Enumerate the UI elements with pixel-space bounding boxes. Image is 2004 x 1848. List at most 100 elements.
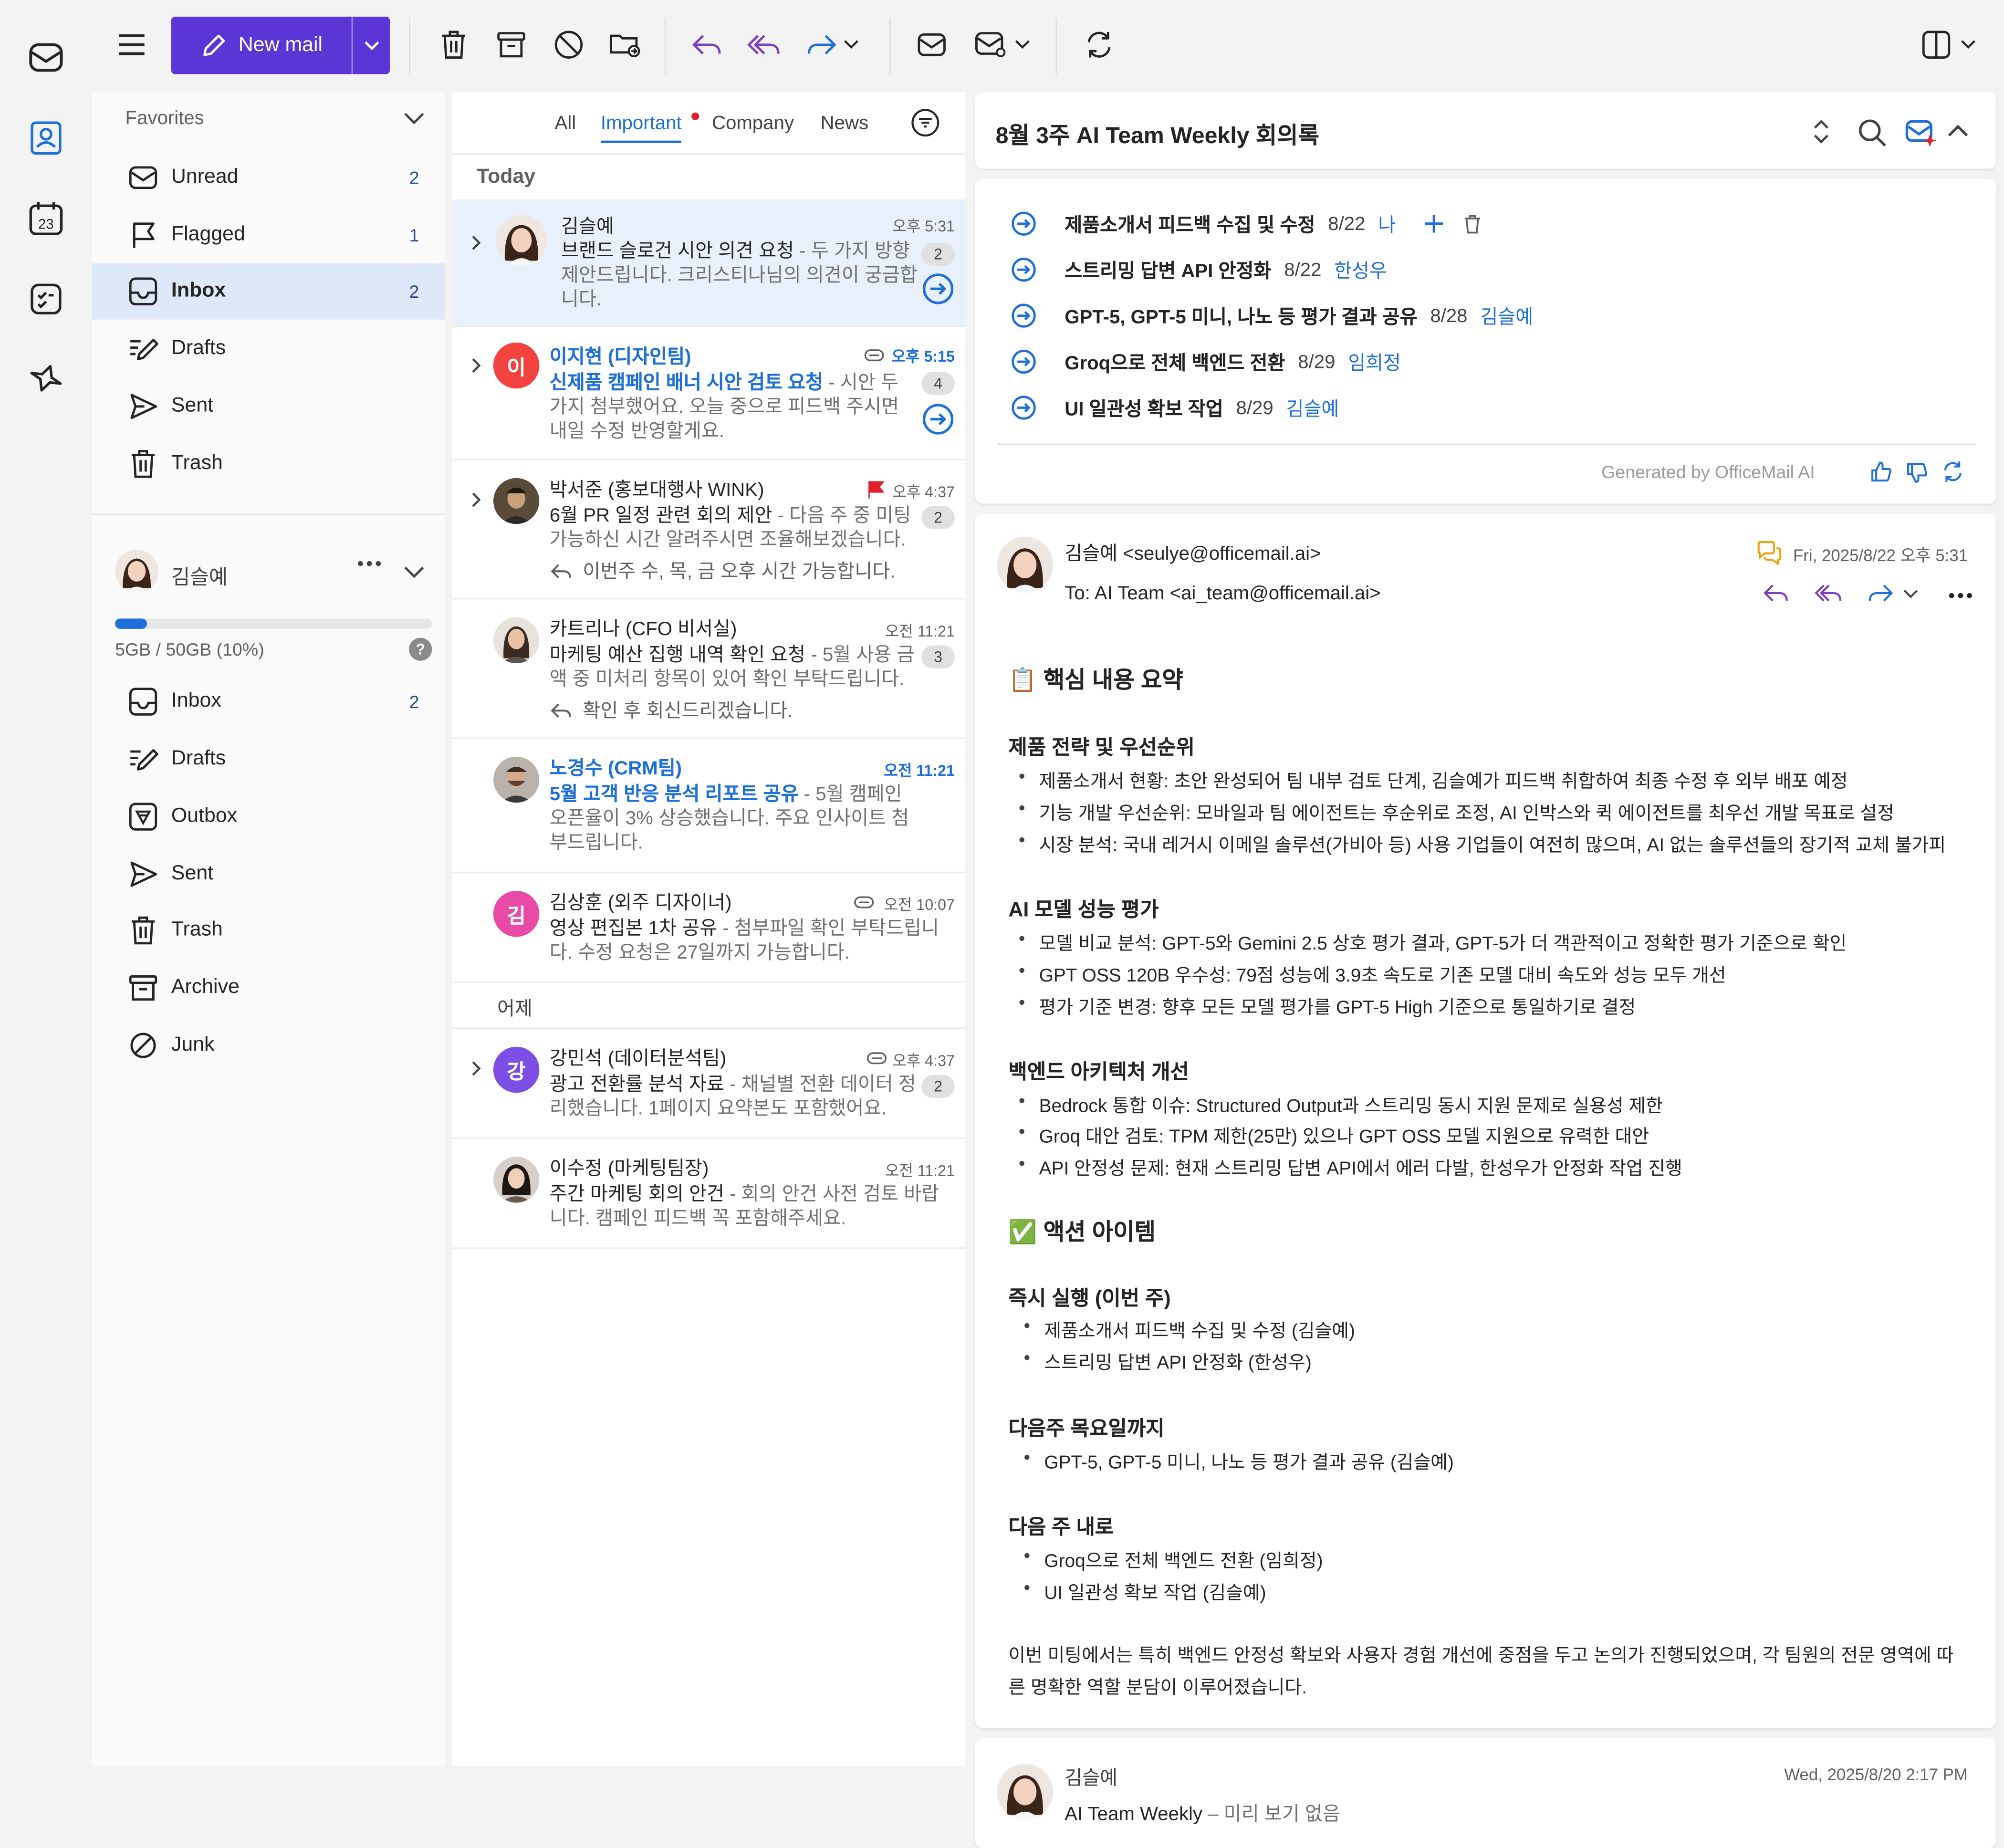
task-owner[interactable]: 한성우 [1334,256,1387,283]
avatar [493,478,540,524]
ai-task-item[interactable]: GPT-5, GPT-5 미니, 나노 등 평가 결과 공유 8/28 김슬예 [1011,302,1533,330]
flag-icon[interactable] [866,480,885,499]
mark-read-icon[interactable] [912,26,950,64]
go-to-message-icon[interactable] [921,403,955,436]
more-actions-icon[interactable] [1948,592,1973,599]
forward-options-chevron-icon[interactable] [838,26,864,64]
folder-count: 1 [409,225,419,246]
reply-icon[interactable] [688,26,726,64]
new-mail-main[interactable]: New mail [171,16,353,74]
tab-news[interactable]: News [821,113,868,135]
task-owner[interactable]: 김슬예 [1480,302,1533,329]
summary-item: 제품소개서 현황: 초안 완성되어 팀 내부 검토 단계, 김슬예가 피드백 취… [1019,767,1848,793]
favorites-collapse-chevron-icon[interactable] [404,113,424,125]
favorite-unread[interactable]: Unread 2 [92,149,445,206]
ai-task-item[interactable]: Groq으로 전체 백엔드 전환 8/29 임희정 [1011,348,1401,376]
move-folder-icon[interactable] [606,26,644,64]
forward-options-chevron-icon[interactable] [1903,589,1918,599]
forward-icon[interactable] [803,26,841,64]
message-item[interactable]: 이수정 (마케팅팀장) 오전 11:21 주간 마케팅 회의 안건 - 회의 안… [452,1139,965,1249]
delete-icon[interactable] [435,26,473,64]
new-mail-dropdown[interactable] [353,17,390,74]
mail-rules-chevron-icon[interactable] [1010,26,1035,64]
message-subject: 6월 PR 일정 관련 회의 제안 [549,505,772,527]
account-folder-sent[interactable]: Sent [92,846,445,902]
message-item[interactable]: 카트리나 (CFO 비서실) 오전 11:21 마케팅 예산 집행 내역 확인 … [452,599,965,739]
mail-rules-icon[interactable] [971,26,1010,64]
thumbs-down-icon[interactable] [1906,461,1929,484]
collapse-summary-chevron-icon[interactable] [1946,123,1969,138]
account-avatar[interactable] [115,549,159,593]
ai-sparkle-app-icon[interactable] [26,358,67,399]
go-to-message-icon[interactable] [921,272,955,306]
task-owner[interactable]: 김슬예 [1286,394,1339,421]
message-item[interactable]: 이 이지현 (디자인팀) 오후 5:15 신제품 캠페인 배너 시안 검토 요청… [452,327,965,460]
account-folder-drafts[interactable]: Drafts [92,731,445,787]
storage-help-icon[interactable]: ? [409,637,432,661]
message-item[interactable]: 김 김상훈 (외주 디자이너) 오전 10:07 영상 편집본 1차 공유 - … [452,873,965,983]
new-mail-button[interactable]: New mail [171,16,390,74]
layout-toggle-icon[interactable] [1917,26,1955,64]
account-folder-inbox[interactable]: Inbox 2 [92,674,445,730]
block-icon[interactable] [550,26,588,64]
tab-important[interactable]: Important [600,113,682,143]
task-owner[interactable]: 나 [1378,210,1396,237]
ai-task-item[interactable]: UI 일관성 확보 작업 8/29 김슬예 [1011,394,1339,422]
forward-icon[interactable] [1866,583,1894,606]
layout-chevron-icon[interactable] [1955,26,1981,64]
reply-icon[interactable] [1763,583,1791,606]
task-arrow-icon [1012,396,1036,420]
reply-all-icon[interactable] [745,26,783,64]
account-folder-trash[interactable]: Trash [92,902,445,959]
chat-bubble-icon[interactable] [1755,539,1783,565]
message-item[interactable]: 김슬예 오후 5:31 브랜드 슬로건 시안 의견 요청 - 두 가지 방향 제… [452,199,965,327]
regenerate-icon[interactable] [1941,460,1964,483]
archive-icon[interactable] [492,26,530,64]
favorite-sent[interactable]: Sent [92,378,445,435]
favorite-trash[interactable]: Trash [92,436,445,492]
ai-task-item[interactable]: 스트리밍 답변 API 안정화 8/22 한성우 [1011,256,1387,284]
expand-thread-chevron-icon[interactable] [468,358,483,373]
expand-thread-chevron-icon[interactable] [468,492,483,507]
thumbs-up-icon[interactable] [1870,460,1893,483]
favorites-header[interactable]: Favorites [125,107,204,129]
sender-avatar[interactable] [997,536,1054,593]
sync-icon[interactable] [1080,26,1118,64]
ai-summary-icon[interactable] [1904,117,1938,148]
previous-preview: – 미리 보기 없음 [1202,1803,1340,1825]
important-dot [691,112,699,120]
reply-all-icon[interactable] [1814,583,1844,606]
section-heading: AI 모델 성능 평가 [1008,899,1159,922]
message-item[interactable]: 강 강민석 (데이터분석팀) 오후 4:37 광고 전환률 분석 자료 - 채널… [452,1029,965,1139]
tasks-app-icon[interactable] [26,279,67,320]
expand-thread-chevron-icon[interactable] [468,235,483,251]
add-task-icon[interactable] [1424,213,1444,234]
message-item[interactable]: 박서준 (홍보대행사 WINK) 오후 4:37 6월 PR 일정 관련 회의 … [452,460,965,600]
hamburger-menu-icon[interactable] [113,26,151,64]
contacts-app-icon[interactable] [26,117,67,158]
filter-icon[interactable] [910,107,940,138]
favorite-drafts[interactable]: Drafts [92,321,445,377]
tab-company[interactable]: Company [712,113,794,135]
account-folder-junk[interactable]: Junk [92,1017,445,1074]
task-owner[interactable]: 임희정 [1348,348,1401,375]
message-body: 5월 고객 반응 분석 리포트 공유 - 5월 캠페인 오픈율이 3% 상승했습… [550,782,920,859]
tab-all[interactable]: All [554,113,576,135]
account-more-icon[interactable] [356,560,382,567]
account-folder-outbox[interactable]: Outbox [92,789,445,845]
calendar-app-icon[interactable]: 23 [26,198,67,239]
message-item[interactable]: 노경수 (CRM팀) 오전 11:21 5월 고객 반응 분석 리포트 공유 -… [452,739,965,873]
ai-task-item[interactable]: 제품소개서 피드백 수집 및 수정 8/22 나 [1011,209,1483,238]
delete-task-icon[interactable] [1462,213,1483,234]
section-heading: 백엔드 아키텍처 개선 [1008,1062,1190,1084]
account-collapse-chevron-icon[interactable] [404,566,424,579]
expand-thread-chevron-icon[interactable] [468,1061,483,1076]
favorite-inbox[interactable]: Inbox 2 [92,263,445,320]
account-folder-archive[interactable]: Archive [92,960,445,1016]
previous-message[interactable]: 김슬예 Wed, 2025/8/20 2:17 PM AI Team Weekl… [975,1738,1996,1848]
mail-app-icon[interactable] [26,37,67,78]
email-sender[interactable]: 김슬예 <seulye@officemail.ai> [1065,539,1321,566]
search-icon[interactable] [1857,117,1888,148]
favorite-flagged[interactable]: Flagged 1 [92,207,445,263]
expand-collapse-icon[interactable] [1811,117,1832,146]
